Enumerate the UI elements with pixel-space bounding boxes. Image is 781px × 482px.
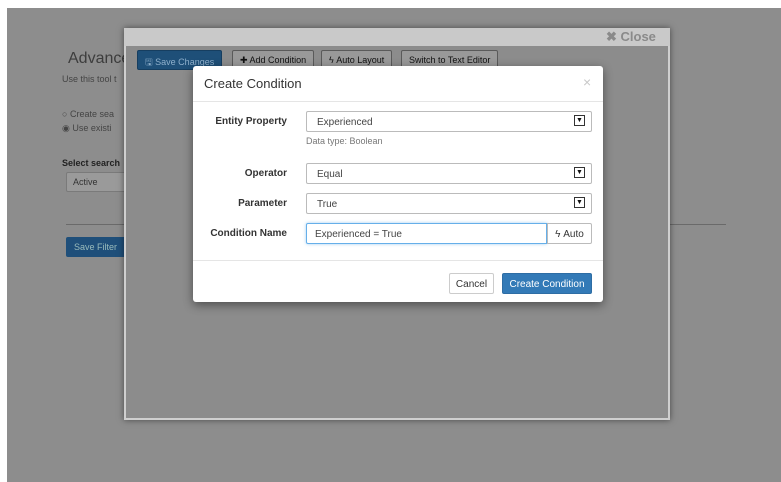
parameter-value: True xyxy=(317,199,338,210)
create-condition-button[interactable]: Create Condition xyxy=(502,273,592,294)
cancel-button[interactable]: Cancel xyxy=(449,273,494,294)
radio-selected-icon: ◉ xyxy=(62,123,70,133)
create-condition-dialog: Create Condition × Entity Property Exper… xyxy=(193,66,603,302)
radio-use-existing[interactable]: ◉ Use existi xyxy=(62,123,111,134)
dialog-footer-divider xyxy=(193,260,603,261)
radio-create-search[interactable]: ○ Create sea xyxy=(62,109,114,119)
radio-label: Use existi xyxy=(72,123,112,133)
operator-value: Equal xyxy=(317,169,343,180)
close-editor-button[interactable]: ✖ Close xyxy=(606,29,656,45)
select-search-label: Select search xyxy=(62,158,121,168)
auto-name-button[interactable]: ϟ Auto xyxy=(547,223,592,244)
dialog-title: Create Condition xyxy=(204,76,302,91)
operator-label: Operator xyxy=(244,168,287,179)
entity-property-label: Entity Property xyxy=(215,116,287,127)
parameter-label: Parameter xyxy=(238,198,287,209)
operator-select[interactable]: Equal ▼ xyxy=(306,163,592,184)
dialog-header: Create Condition × xyxy=(193,66,603,102)
radio-empty-icon: ○ xyxy=(62,109,68,119)
chevron-down-icon: ▼ xyxy=(574,115,585,126)
parameter-select[interactable]: True ▼ xyxy=(306,193,592,214)
condition-name-label: Condition Name xyxy=(210,228,287,239)
chevron-down-icon: ▼ xyxy=(574,197,585,208)
radio-label: Create sea xyxy=(69,109,114,119)
entity-property-value: Experienced xyxy=(317,117,373,128)
condition-name-input[interactable]: Experienced = True xyxy=(306,223,547,244)
editor-panel-header xyxy=(124,28,670,46)
data-type-help: Data type: Boolean xyxy=(306,136,383,146)
chevron-down-icon: ▼ xyxy=(574,167,585,178)
dialog-close-button[interactable]: × xyxy=(583,74,591,90)
page-title: Advance xyxy=(68,50,131,67)
page-subtitle: Use this tool t xyxy=(62,74,117,84)
entity-property-select[interactable]: Experienced ▼ xyxy=(306,111,592,132)
